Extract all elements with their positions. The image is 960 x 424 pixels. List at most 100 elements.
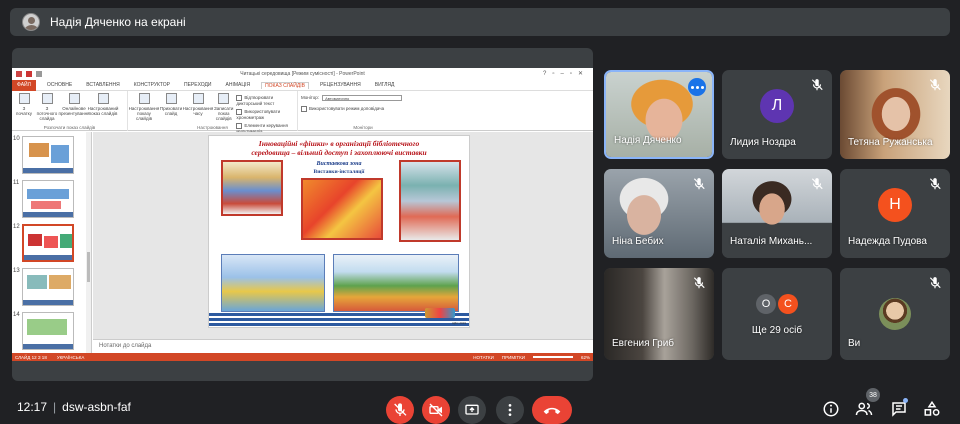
mic-off-icon xyxy=(811,79,823,91)
exhibition-photo xyxy=(333,254,459,312)
book-logo xyxy=(425,308,455,318)
monitor-settings: Монітор: Автоматично Використовувати режи… xyxy=(301,93,403,129)
ppt-tab[interactable]: ФАЙЛ xyxy=(12,79,36,91)
thumb-number: 10 xyxy=(13,136,20,142)
hide-slide-button[interactable]: Приховати слайд xyxy=(160,93,182,129)
slide-footer-note: ЦБС 2019 xyxy=(452,321,466,325)
from-start-button[interactable]: З початку xyxy=(15,93,33,129)
self-tile[interactable]: Ви xyxy=(840,268,950,360)
ppt-tab[interactable]: РЕЦЕНЗУВАННЯ xyxy=(317,82,364,88)
activities-button[interactable] xyxy=(921,398,943,420)
slide-counter: СЛАЙД 12 З 18 xyxy=(15,354,47,360)
camera-off-icon xyxy=(429,403,443,417)
exhibition-photo xyxy=(399,160,461,242)
timings-checkbox[interactable]: Використовувати хронометраж xyxy=(236,109,294,120)
zoom-slider[interactable] xyxy=(532,356,573,358)
slide-thumbnail[interactable] xyxy=(22,180,74,218)
self-avatar xyxy=(879,298,911,330)
participant-name: Наталія Михань... xyxy=(730,236,813,247)
rehearse-timings-button[interactable]: Настроювання часу xyxy=(183,93,213,129)
ppt-tab[interactable]: КОНСТРУКТОР xyxy=(131,82,173,88)
exhibition-photo xyxy=(221,160,283,216)
presenter-view-checkbox[interactable]: Використовувати режим доповідача xyxy=(301,106,402,112)
participant-avatar: О xyxy=(756,294,776,314)
monitor-label: Монітор: xyxy=(301,95,320,101)
mic-off-icon xyxy=(929,178,941,190)
comments-toggle[interactable]: ПРИМІТКИ xyxy=(502,355,525,360)
custom-show-button[interactable]: Настроюваний показ слайдів xyxy=(88,93,118,129)
powerpoint-window: Читацькі середовища [Режим сумісності] -… xyxy=(12,68,593,361)
participant-tile[interactable]: Л Лидия Ноздра xyxy=(722,70,832,159)
ppt-ribbon-tabs: ФАЙЛ ОСНОВНЕ ВСТАВЛЕННЯ КОНСТРУКТОР ПЕРЕХОДИ… xyxy=(12,79,593,91)
ppt-tab[interactable]: ПОКАЗ СЛАЙДІВ xyxy=(261,81,309,89)
ribbon-group-monitors: Монітор: Автоматично Використовувати режи… xyxy=(298,91,428,131)
mic-off-icon xyxy=(693,277,705,289)
slide-thumbnails-pane: 10 11 12 13 14 xyxy=(12,132,92,353)
ppt-title-bar: Читацькі середовища [Режим сумісності] -… xyxy=(12,68,593,80)
slide-thumbnail[interactable] xyxy=(22,136,74,174)
window-controls: ?▫–▫✕ xyxy=(543,71,589,77)
presenting-banner: Надія Дяченко на екрані xyxy=(10,8,950,36)
hang-up-icon xyxy=(543,407,561,415)
participant-name: Евгения Гриб xyxy=(612,338,675,349)
present-screen-button[interactable] xyxy=(458,396,486,424)
setup-show-button[interactable]: Настроювання показу слайдів xyxy=(129,93,159,129)
participant-name: Тетяна Ружанська xyxy=(848,137,933,148)
more-options-button[interactable] xyxy=(496,396,524,424)
thumb-number: 12 xyxy=(13,224,20,230)
more-options-icon[interactable] xyxy=(688,78,706,96)
mic-off-icon xyxy=(693,178,705,190)
participant-name: Ніна Бебих xyxy=(612,236,664,247)
slide-notes-field[interactable]: Нотатки до слайда xyxy=(93,339,593,353)
meeting-details-button[interactable] xyxy=(820,398,842,420)
presenting-banner-text: Надія Дяченко на екрані xyxy=(50,15,186,29)
participant-tile[interactable]: Наталія Михань... xyxy=(722,169,832,258)
meeting-code: dsw-asbn-faf xyxy=(62,400,131,414)
mic-off-icon xyxy=(394,403,407,416)
narration-checkbox[interactable]: Відтворювати дикторський текст xyxy=(236,95,294,106)
participants-count-badge: 38 xyxy=(866,388,880,402)
exhibition-photo xyxy=(301,178,383,240)
monitor-select[interactable]: Автоматично xyxy=(322,95,403,101)
ppt-tab[interactable]: ВИГЛЯД xyxy=(372,82,398,88)
meeting-info: 12:17 | dsw-asbn-faf xyxy=(17,400,131,414)
setup-checkboxes: Відтворювати дикторський текст Використо… xyxy=(236,93,294,134)
notes-toggle[interactable]: НОТАТКИ xyxy=(473,355,494,360)
microphone-toggle-button[interactable] xyxy=(386,396,414,424)
ribbon-group-start-label: Розпочати показ слайдів xyxy=(43,125,96,130)
mic-off-icon xyxy=(929,277,941,289)
slide-thumbnail-selected[interactable] xyxy=(22,224,74,262)
ppt-tab[interactable]: АНІМАЦІЯ xyxy=(223,82,254,88)
slide-thumbnail[interactable] xyxy=(22,312,74,350)
participant-tile[interactable]: Тетяна Ружанська xyxy=(840,70,950,159)
thumb-number: 13 xyxy=(13,268,20,274)
thumb-number: 14 xyxy=(13,312,20,318)
zoom-level[interactable]: 62% xyxy=(581,355,590,360)
current-slide[interactable]: Інноваційні «фішки» в організації бібліо… xyxy=(208,135,470,328)
leave-call-button[interactable] xyxy=(532,396,572,424)
ppt-tab[interactable]: ПЕРЕХОДИ xyxy=(181,82,215,88)
from-current-button[interactable]: З поточного слайда xyxy=(36,93,58,129)
ppt-tab[interactable]: ВСТАВЛЕННЯ xyxy=(83,82,123,88)
exhibition-photo xyxy=(221,254,325,312)
participant-tile[interactable]: Евгения Гриб xyxy=(604,268,714,360)
slide-thumbnail[interactable] xyxy=(22,268,74,306)
participant-tile[interactable]: Н Надежда Пудова xyxy=(840,169,950,258)
record-show-button[interactable]: Записати показ слайдів xyxy=(214,93,233,129)
participant-tile-active[interactable]: Надія Дяченко xyxy=(604,70,714,159)
ppt-ribbon: З початку З поточного слайда Онлайнове п… xyxy=(12,91,593,134)
participant-tile[interactable]: Ніна Бебих xyxy=(604,169,714,258)
ribbon-group-start: З початку З поточного слайда Онлайнове п… xyxy=(12,91,128,131)
ppt-tab[interactable]: ОСНОВНЕ xyxy=(44,82,75,88)
participant-name: Надежда Пудова xyxy=(848,236,927,247)
slide-editor-canvas: Інноваційні «фішки» в організації бібліо… xyxy=(93,132,593,339)
camera-toggle-button[interactable] xyxy=(422,396,450,424)
more-participants-tile[interactable]: О С Ще 29 осіб xyxy=(722,268,832,360)
thumbnails-scrollbar[interactable] xyxy=(86,132,91,353)
chat-notification-dot xyxy=(903,398,908,403)
more-participants-label: Ще 29 осіб xyxy=(751,325,803,336)
info-icon xyxy=(823,401,839,417)
ribbon-group-monitors-label: Монітори xyxy=(353,125,373,130)
ribbon-group-setup: Настроювання показу слайдів Приховати сл… xyxy=(128,91,298,134)
online-present-button[interactable]: Онлайнове презентування xyxy=(59,93,90,129)
